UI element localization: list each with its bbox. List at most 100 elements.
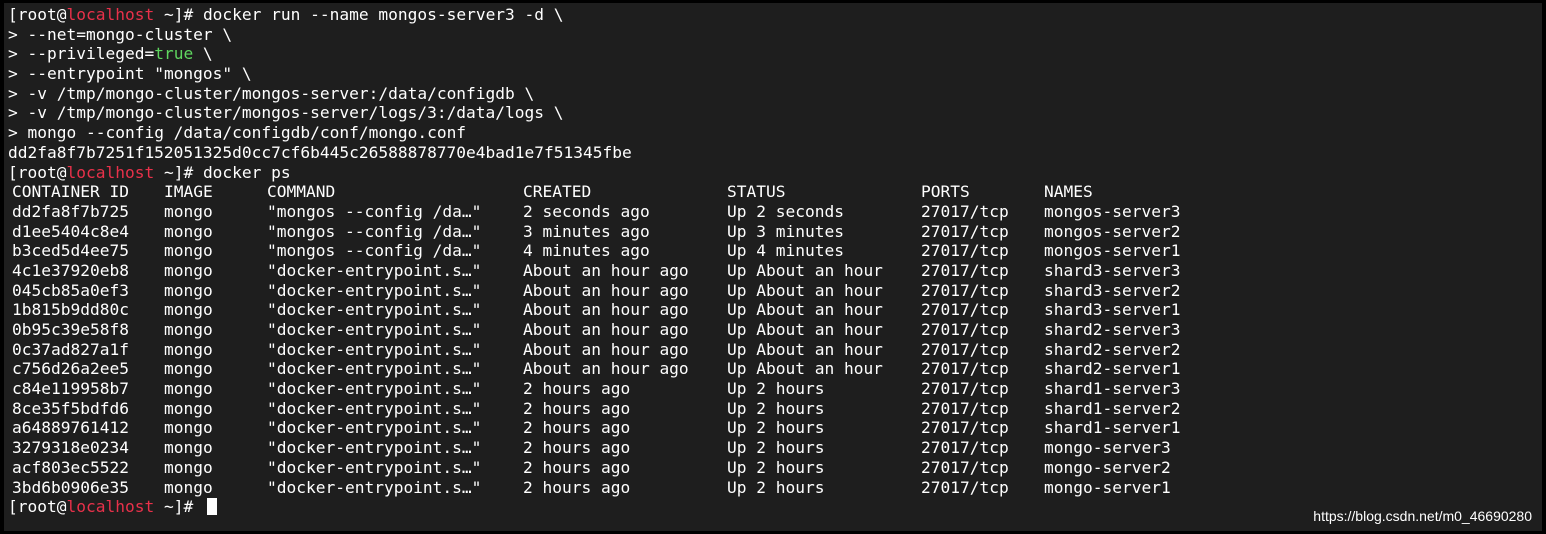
cell-container-id: 0b95c39e58f8 [12, 320, 129, 339]
continuation-line: > --entrypoint "mongos" \ [8, 64, 1542, 84]
table-row: 1b815b9dd80c mongo "docker-entrypoint.s…" A… [8, 300, 1542, 320]
command-text: --entrypoint "mongos" \ [27, 64, 252, 84]
cell-image: mongo [164, 280, 213, 300]
cell-image: mongo [164, 457, 213, 477]
table-row: 8ce35f5bdfd6 mongo "docker-entrypoint.s…" 2… [8, 399, 1542, 419]
table-row: 045cb85a0ef3 mongo "docker-entrypoint.s…" A… [8, 281, 1542, 301]
cell-created: 2 hours ago [523, 457, 631, 477]
cell-container-id: c84e119958b7 [12, 379, 129, 399]
command-line: [root@localhost ~]# docker ps [8, 163, 1542, 183]
continuation-prefix: > [8, 83, 28, 103]
cell-container-id: 3279318e0234 [12, 438, 129, 458]
continuation-line: > mongo --config /data/configdb/conf/mon… [8, 123, 1542, 143]
cell-created: 2 hours ago [523, 418, 631, 438]
cell-container-id: dd2fa8f7b725 [12, 201, 129, 221]
boolean-value: true [154, 44, 194, 64]
cell-created: 2 hours ago [523, 379, 631, 399]
cell-created: About an hour ago [523, 260, 689, 280]
cell-ports: 27017/tcp [921, 241, 1009, 261]
cell-names: shard1-server3 [1044, 379, 1181, 399]
cell-command: "docker-entrypoint.s…" [267, 379, 482, 399]
cell-ports: 27017/tcp [921, 201, 1009, 221]
cell-status: Up 2 hours [727, 379, 825, 399]
cell-status: Up 2 hours [727, 398, 825, 418]
cell-created: About an hour ago [523, 300, 689, 320]
cell-image: mongo [164, 477, 213, 497]
active-prompt-line[interactable]: [root@localhost ~]# [8, 497, 1542, 517]
cell-ports: 27017/tcp [921, 221, 1009, 241]
prompt-close: ~]# [154, 162, 203, 182]
cell-names: mongos-server2 [1044, 221, 1181, 241]
cell-command: "docker-entrypoint.s…" [267, 320, 482, 339]
continuation-line: > -v /tmp/mongo-cluster/mongos-server/lo… [8, 103, 1542, 123]
cell-created: About an hour ago [523, 339, 689, 359]
cell-names: shard2-server2 [1044, 339, 1181, 359]
cell-ports: 27017/tcp [921, 260, 1009, 280]
prompt-close: ~]# [154, 497, 203, 517]
header-command: COMMAND [267, 182, 336, 202]
continuation-line: > -v /tmp/mongo-cluster/mongos-server:/d… [8, 84, 1542, 104]
command-text: docker ps [202, 162, 291, 182]
cell-created: About an hour ago [523, 280, 689, 300]
header-names: NAMES [1044, 182, 1093, 202]
cell-command: "docker-entrypoint.s…" [267, 300, 482, 320]
cell-image: mongo [164, 260, 213, 280]
continuation-line: > --net=mongo-cluster \ [8, 25, 1542, 45]
command-text: mongo --config /data/configdb/conf/mongo… [27, 123, 467, 143]
table-row: 4c1e37920eb8 mongo "docker-entrypoint.s…" A… [8, 261, 1542, 281]
cell-container-id: 4c1e37920eb8 [12, 260, 129, 280]
cell-status: Up 3 minutes [727, 221, 844, 241]
table-row: 0c37ad827a1f mongo "docker-entrypoint.s…" A… [8, 340, 1542, 360]
table-row: dd2fa8f7b725 mongo "mongos --config /da…" 2… [8, 202, 1542, 222]
cell-command: "docker-entrypoint.s…" [267, 418, 482, 438]
command-text: -v /tmp/mongo-cluster/mongos-server:/dat… [27, 83, 535, 103]
terminal-window[interactable]: [root@localhost ~]# docker run --name mo… [4, 3, 1542, 531]
cell-status: Up About an hour [727, 260, 883, 280]
table-row: d1ee5404c8e4 mongo "mongos --config /da…" 3… [8, 222, 1542, 242]
cell-names: mongo-server2 [1044, 457, 1171, 477]
table-row: b3ced5d4ee75 mongo "mongos --config /da…" 4… [8, 241, 1542, 261]
cell-container-id: acf803ec5522 [12, 457, 129, 477]
cell-image: mongo [164, 418, 213, 438]
cell-container-id: b3ced5d4ee75 [12, 241, 129, 261]
table-header: CONTAINER ID IMAGE COMMAND CREATED STATU… [8, 182, 1542, 202]
cell-status: Up About an hour [727, 280, 883, 300]
cell-command: "docker-entrypoint.s…" [267, 339, 482, 359]
prompt-open: [root@ [8, 162, 67, 182]
cell-container-id: 3bd6b0906e35 [12, 477, 129, 497]
cell-created: 2 seconds ago [523, 201, 650, 221]
command-suffix: \ [193, 44, 213, 64]
cell-ports: 27017/tcp [921, 280, 1009, 300]
cell-command: "docker-entrypoint.s…" [267, 477, 482, 497]
cell-command: "mongos --config /da…" [267, 201, 482, 221]
cell-created: 2 hours ago [523, 477, 631, 497]
cell-image: mongo [164, 379, 213, 399]
container-table: dd2fa8f7b725 mongo "mongos --config /da…" 2… [8, 202, 1542, 497]
cell-names: shard2-server3 [1044, 320, 1181, 339]
header-status: STATUS [727, 182, 786, 202]
cell-container-id: d1ee5404c8e4 [12, 221, 129, 241]
cell-ports: 27017/tcp [921, 457, 1009, 477]
cell-image: mongo [164, 438, 213, 458]
cell-image: mongo [164, 221, 213, 241]
table-row: 0b95c39e58f8 mongo "docker-entrypoint.s…" A… [8, 320, 1542, 340]
cell-names: mongo-server3 [1044, 438, 1171, 458]
prompt-hostname: localhost [66, 497, 155, 517]
cell-created: 2 hours ago [523, 438, 631, 458]
cell-ports: 27017/tcp [921, 320, 1009, 339]
cell-image: mongo [164, 320, 213, 339]
table-row: 3279318e0234 mongo "docker-entrypoint.s…" 2… [8, 438, 1542, 458]
cell-status: Up About an hour [727, 359, 883, 379]
cell-command: "docker-entrypoint.s…" [267, 359, 482, 379]
cell-image: mongo [164, 241, 213, 261]
cell-status: Up 4 minutes [727, 241, 844, 261]
cell-status: Up 2 hours [727, 477, 825, 497]
cell-command: "docker-entrypoint.s…" [267, 438, 482, 458]
cell-ports: 27017/tcp [921, 379, 1009, 399]
command-text: -v /tmp/mongo-cluster/mongos-server/logs… [27, 103, 564, 123]
command-line: [root@localhost ~]# docker run --name mo… [8, 5, 1542, 25]
cell-status: Up 2 hours [727, 438, 825, 458]
watermark-url: https://blog.csdn.net/m0_46690280 [1313, 508, 1532, 524]
continuation-line: > --privileged=true \ [8, 44, 1542, 64]
cell-container-id: c756d26a2ee5 [12, 359, 129, 379]
